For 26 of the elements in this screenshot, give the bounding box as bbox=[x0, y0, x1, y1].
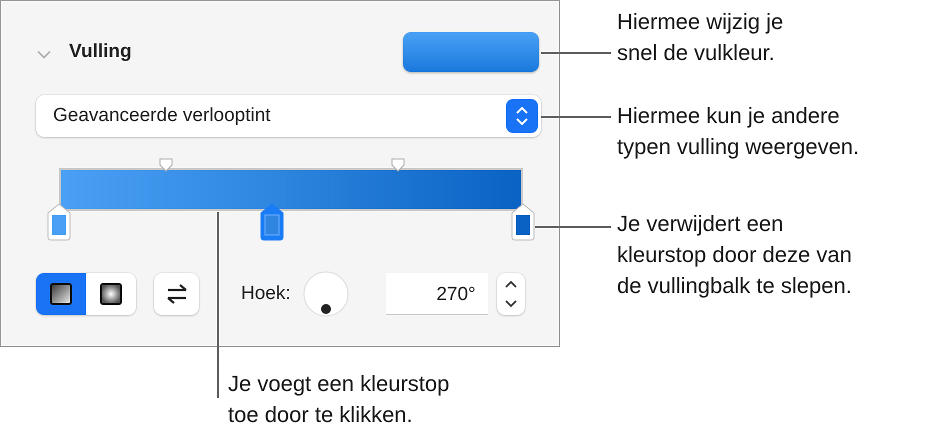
callout-text: Hiermee wijzig je snel de vulkleur. bbox=[617, 8, 784, 67]
fill-type-popup[interactable]: Geavanceerde verlooptint bbox=[36, 95, 541, 137]
callout-text: Hiermee kun je andere typen vulling weergeven. bbox=[617, 102, 860, 161]
gradient-bar[interactable] bbox=[59, 168, 523, 211]
midpoint-handle[interactable] bbox=[158, 158, 173, 172]
radial-gradient-icon bbox=[100, 283, 122, 305]
callout-text: Je voegt een kleurstop toe door te klikken. bbox=[228, 370, 450, 429]
radial-gradient-button[interactable] bbox=[86, 273, 136, 315]
angle-dial[interactable] bbox=[302, 271, 349, 317]
angle-stepper[interactable] bbox=[496, 273, 525, 315]
section-title: Vulling bbox=[69, 41, 133, 63]
midpoint-handle[interactable] bbox=[390, 158, 405, 172]
angle-field[interactable]: 270° bbox=[386, 273, 488, 315]
up-down-arrows-icon bbox=[504, 279, 518, 309]
color-stop-handle[interactable] bbox=[511, 203, 535, 241]
linear-gradient-icon bbox=[50, 283, 72, 305]
linear-gradient-button[interactable] bbox=[36, 273, 86, 315]
color-stop-handle[interactable] bbox=[47, 203, 71, 241]
leader-line bbox=[541, 116, 611, 118]
color-well-button[interactable] bbox=[403, 32, 539, 72]
up-down-arrows-icon bbox=[515, 106, 529, 126]
callout-text: Je verwijdert een kleurstop door deze van de vullingbalk te slepen. bbox=[617, 210, 852, 300]
swap-colors-button[interactable] bbox=[154, 273, 199, 315]
swap-arrows-icon bbox=[166, 284, 188, 304]
leader-line bbox=[541, 52, 611, 54]
angle-label: Hoek: bbox=[241, 283, 291, 305]
